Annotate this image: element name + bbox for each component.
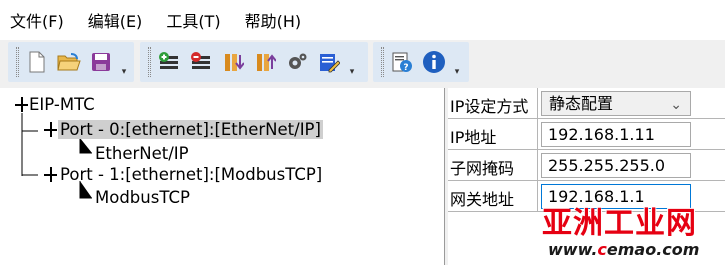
tree-node-port-0[interactable]: Port - 0:[ethernet]:[EtherNet/IP] <box>43 119 323 141</box>
watermark-url-rest: emao.com <box>606 240 700 259</box>
edit-icon[interactable] <box>316 49 342 75</box>
tree-node-root[interactable]: EIP-MTC <box>14 94 95 116</box>
ip-address-field[interactable]: 192.168.1.11 <box>541 122 691 147</box>
tree-node-label: ModbusTCP <box>95 188 190 207</box>
open-folder-icon[interactable] <box>56 49 82 75</box>
menu-file[interactable]: 文件(F) <box>10 8 64 32</box>
toolbar-group-help: ? ▾ <box>373 42 469 82</box>
menu-help[interactable]: 帮助(H) <box>245 8 302 32</box>
tree-node-ethernetip[interactable]: EtherNet/IP <box>95 143 189 165</box>
menu-bar: 文件(F) 编辑(E) 工具(T) 帮助(H) <box>0 0 725 40</box>
property-row-ip-mode: IP设定方式 静态配置 ⌄ <box>448 88 725 119</box>
select-value: 静态配置 <box>549 94 614 113</box>
tree-node-label: EIP-MTC <box>29 95 95 114</box>
toolbar-grip[interactable] <box>148 47 151 77</box>
toolbar-overflow-icon[interactable]: ▾ <box>120 67 128 77</box>
column-divider <box>537 88 538 118</box>
property-label: 网关地址 <box>450 190 515 209</box>
add-device-icon[interactable] <box>156 49 182 75</box>
property-row-subnet-mask: 子网掩码 255.255.255.0 <box>448 150 725 181</box>
chevron-down-icon[interactable]: ⌄ <box>670 94 682 117</box>
property-row-ip-address: IP地址 192.168.1.11 <box>448 119 725 150</box>
watermark-title: 亚洲工业网 <box>542 206 697 241</box>
toolbar-overflow-icon[interactable]: ▾ <box>348 67 356 77</box>
save-icon[interactable] <box>88 49 114 75</box>
column-divider <box>537 119 538 149</box>
tree-node-label: EtherNet/IP <box>95 144 189 163</box>
watermark-url-accent: c <box>597 240 607 259</box>
watermark-url-prefix: www. <box>548 240 598 259</box>
toolbar: ▾ ▾ ? ▾ <box>0 40 725 88</box>
collapse-icon[interactable] <box>14 97 29 112</box>
watermark-url: www.cemao.com <box>548 240 699 259</box>
toolbar-overflow-icon[interactable]: ▾ <box>453 67 461 77</box>
svg-text:?: ? <box>403 63 408 73</box>
column-divider <box>537 181 538 211</box>
export-icon[interactable] <box>252 49 278 75</box>
import-icon[interactable] <box>220 49 246 75</box>
menu-tools[interactable]: 工具(T) <box>166 8 220 32</box>
settings-gear-icon[interactable] <box>284 49 310 75</box>
tree-node-label: Port - 1:[ethernet]:[ModbusTCP] <box>60 165 323 184</box>
subnet-mask-field[interactable]: 255.255.255.0 <box>541 153 691 178</box>
toolbar-group-file: ▾ <box>8 42 134 82</box>
property-label: IP设定方式 <box>450 97 529 116</box>
collapse-icon[interactable] <box>43 167 58 182</box>
info-icon[interactable] <box>421 49 447 75</box>
toolbar-grip[interactable] <box>16 47 19 77</box>
watermark: 亚洲工业网 www.cemao.com <box>540 195 725 265</box>
property-label: 子网掩码 <box>450 159 515 178</box>
tree-node-port-1[interactable]: Port - 1:[ethernet]:[ModbusTCP] <box>43 164 324 186</box>
toolbar-group-device: ▾ <box>140 42 368 82</box>
tree-node-modbustcp[interactable]: ModbusTCP <box>95 187 190 209</box>
tree-node-label: Port - 0:[ethernet]:[EtherNet/IP] <box>58 120 323 139</box>
document-help-icon[interactable]: ? <box>389 49 415 75</box>
toolbar-grip[interactable] <box>381 47 384 77</box>
ip-mode-select[interactable]: 静态配置 ⌄ <box>541 91 691 116</box>
device-tree: EIP-MTC Port - 0:[ethernet]:[EtherNet/IP… <box>0 88 445 265</box>
property-label: IP地址 <box>450 128 497 147</box>
new-file-icon[interactable] <box>24 49 50 75</box>
collapse-icon[interactable] <box>43 122 58 137</box>
remove-device-icon[interactable] <box>188 49 214 75</box>
menu-edit[interactable]: 编辑(E) <box>88 8 143 32</box>
column-divider <box>537 150 538 180</box>
